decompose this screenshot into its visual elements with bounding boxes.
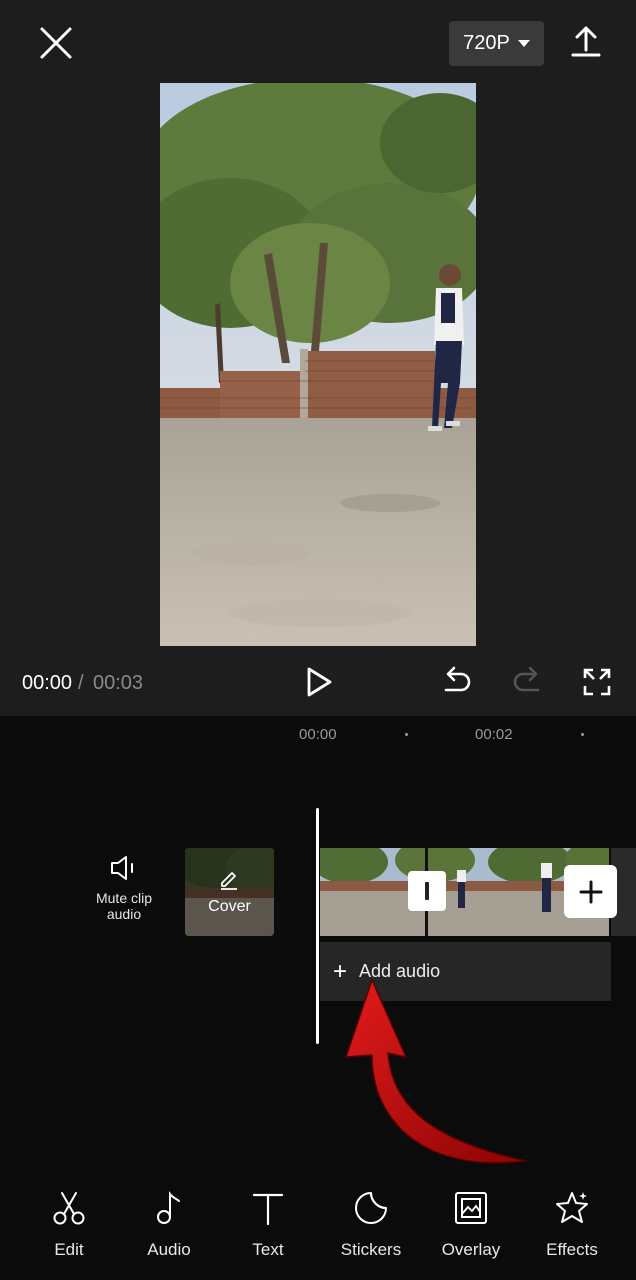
mute-clip-audio-button[interactable]: Mute clip audio <box>85 852 163 936</box>
toolbar-effects[interactable]: Effects <box>532 1188 612 1268</box>
export-upload-icon <box>571 26 601 57</box>
toolbar-edit-label: Edit <box>54 1240 84 1259</box>
redo-icon <box>513 666 540 692</box>
close-icon <box>40 27 72 59</box>
ruler-dot <box>405 733 408 736</box>
star-effects-icon <box>556 1192 588 1223</box>
overlay-icon <box>455 1192 487 1224</box>
speaker-icon <box>111 856 133 880</box>
toolbar-overlay[interactable]: Overlay <box>431 1188 511 1268</box>
fullscreen-icon <box>583 668 611 696</box>
sticker-icon <box>355 1192 387 1224</box>
toolbar-audio[interactable]: Audio <box>129 1188 209 1268</box>
resolution-label: 720P <box>463 32 510 54</box>
ruler-label-0: 00:00 <box>299 726 337 743</box>
toolbar-overlay-label: Overlay <box>441 1240 501 1259</box>
plus-icon: + <box>333 957 348 985</box>
toolbar-effects-label: Effects <box>546 1240 598 1259</box>
add-clip-button[interactable] <box>564 865 617 918</box>
fullscreen-button[interactable] <box>580 664 614 700</box>
play-icon <box>307 667 332 697</box>
undo-button[interactable] <box>440 664 474 700</box>
cover-button[interactable]: Cover <box>185 848 274 936</box>
play-button[interactable] <box>302 664 336 700</box>
caret-down-icon <box>517 40 530 47</box>
resolution-button[interactable]: 720P <box>449 21 544 66</box>
toolbar-stickers[interactable]: Stickers <box>331 1188 411 1268</box>
bottom-toolbar: Edit Audio Text Stickers Overlay Effects <box>0 1188 636 1280</box>
pencil-edit-icon <box>221 872 237 890</box>
add-audio-button[interactable]: + Add audio <box>320 942 611 1001</box>
toolbar-stickers-label: Stickers <box>340 1240 402 1259</box>
red-arrow-annotation <box>345 979 527 1164</box>
scissors-icon <box>53 1192 85 1225</box>
preview-area: 720P 00:00 / 00:03 <box>0 0 636 716</box>
video-preview[interactable] <box>160 83 476 646</box>
toolbar-edit[interactable]: Edit <box>29 1188 109 1268</box>
close-button[interactable] <box>36 23 76 63</box>
video-frame-image <box>160 83 476 646</box>
toolbar-text[interactable]: Text <box>228 1188 308 1268</box>
total-time: 00:03 <box>93 672 144 694</box>
time-separator: / <box>78 672 84 694</box>
video-editor-screen: 720P 00:00 / 00:03 00:00 00:02 Mute clip… <box>0 0 636 1280</box>
plus-icon <box>579 880 602 903</box>
redo-button[interactable] <box>510 664 544 700</box>
ruler-label-1: 00:02 <box>475 726 513 743</box>
add-audio-label: Add audio <box>359 961 441 981</box>
toolbar-audio-label: Audio <box>147 1240 191 1259</box>
playhead[interactable] <box>316 808 319 1044</box>
toolbar-text-label: Text <box>252 1240 284 1259</box>
transition-icon <box>425 882 429 900</box>
ruler-dot <box>581 733 584 736</box>
text-icon <box>252 1193 284 1226</box>
cover-thumbnail <box>185 848 274 936</box>
transition-button[interactable] <box>408 871 446 911</box>
music-note-icon <box>157 1191 180 1224</box>
mute-clip-audio-label: Mute clip audio <box>95 890 153 922</box>
current-time: 00:00 <box>22 672 73 694</box>
export-button[interactable] <box>568 22 604 62</box>
undo-icon <box>444 666 471 692</box>
cover-label: Cover <box>208 898 251 915</box>
